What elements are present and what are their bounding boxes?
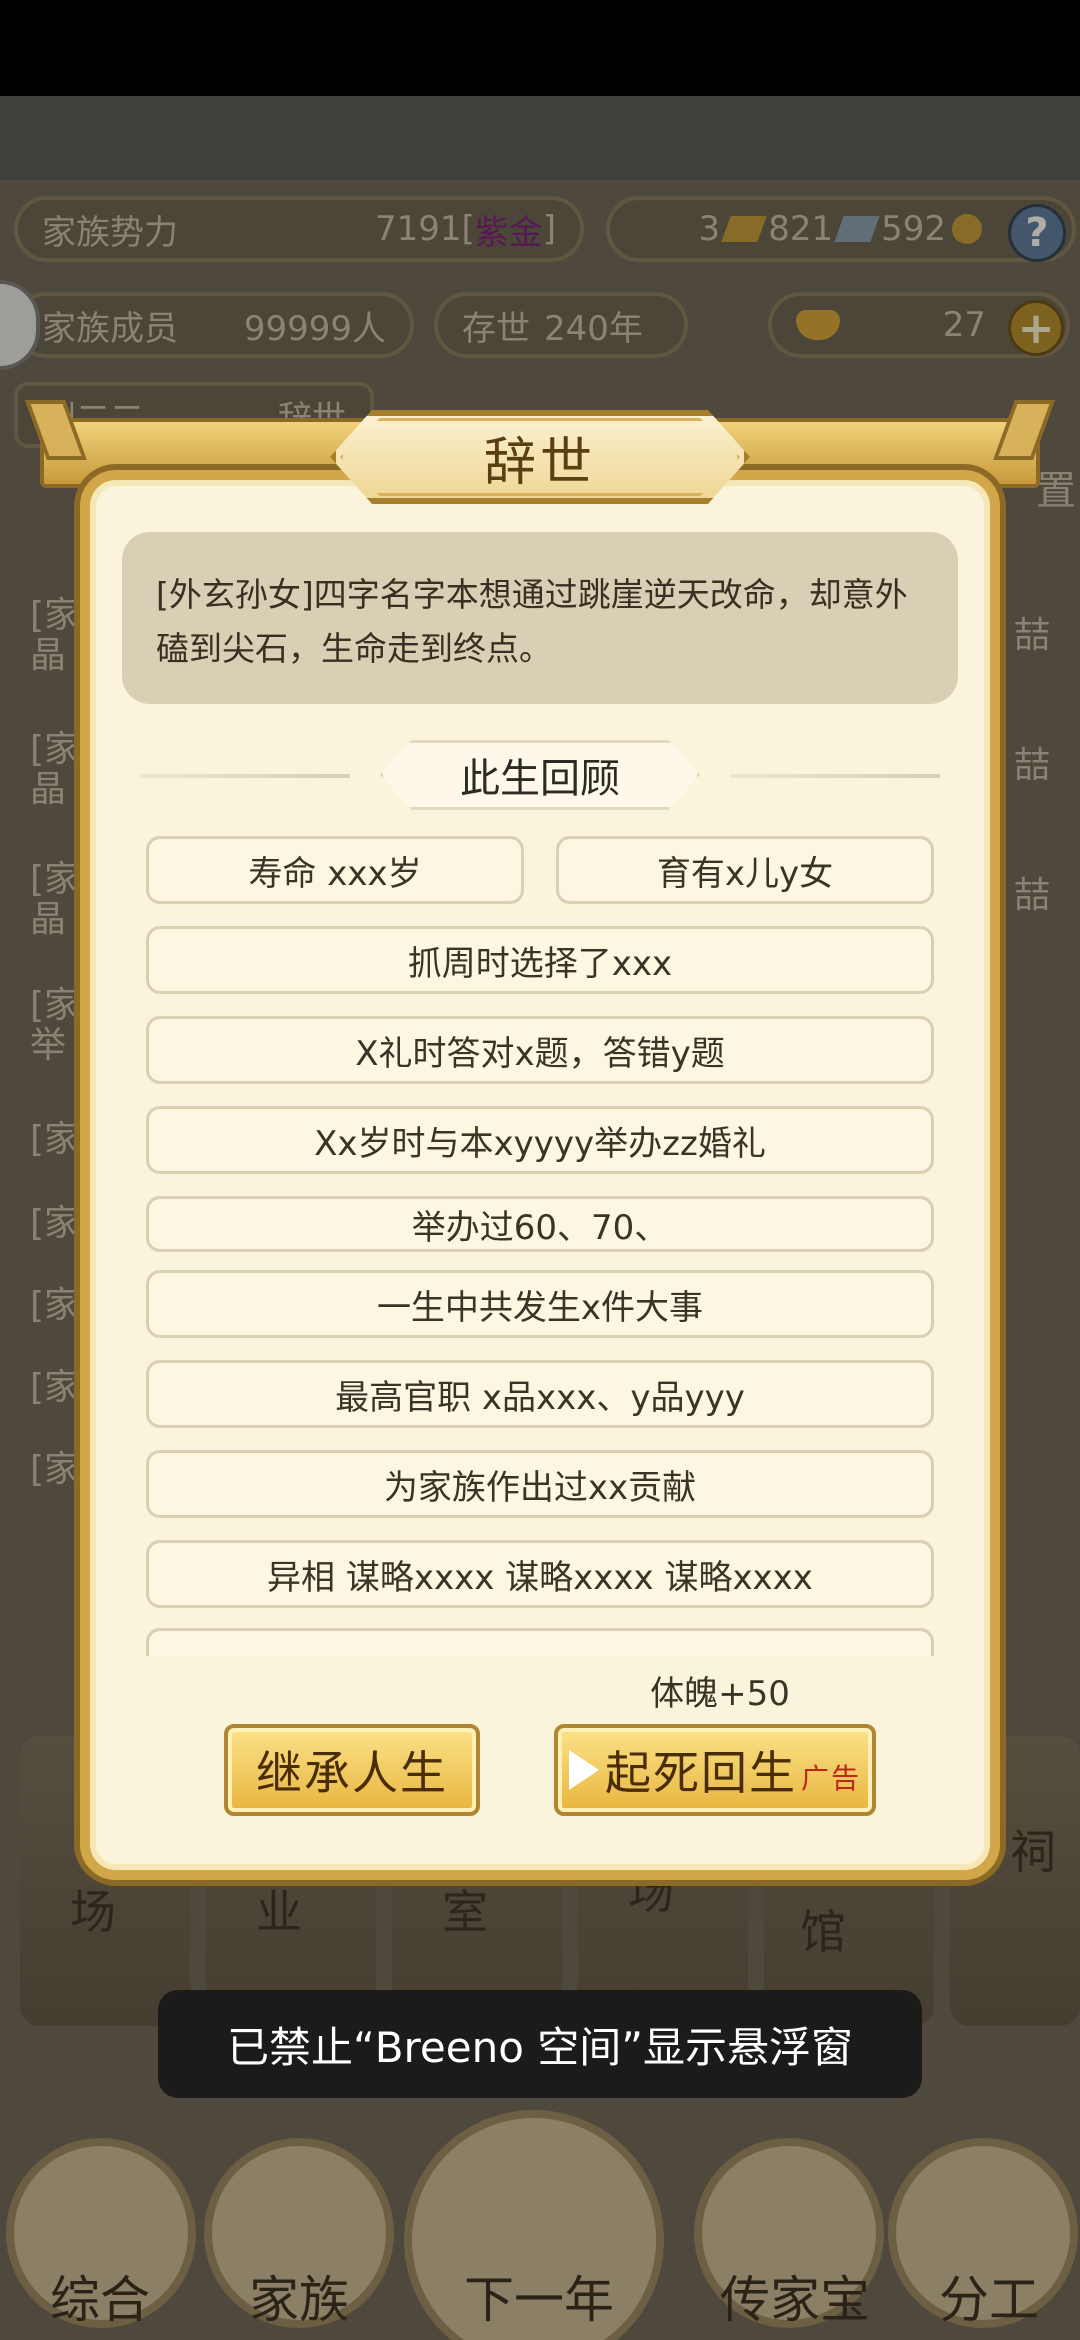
life-review-list[interactable]: 寿命 xxx岁 育有x儿y女 抓周时选择了xxx X礼时答对x题，答错y题 Xx… xyxy=(146,836,934,1656)
divider-line-right xyxy=(730,774,940,778)
revive-ad-button[interactable]: 起死回生 广告 xyxy=(554,1724,876,1816)
ad-label: 广告 xyxy=(800,1762,861,1795)
review-entry: 为家族作出过xx贡献 xyxy=(146,1450,934,1518)
bottom-nav: 综合 家族 下一年 传家宝 分工 xyxy=(0,2110,1080,2340)
play-icon xyxy=(568,1750,599,1790)
system-toast: 已禁止“Breeno 空间”显示悬浮窗 xyxy=(158,1990,922,2098)
review-entry-partial xyxy=(146,1628,934,1656)
review-entry: 最高官职 x品xxx、y品yyy xyxy=(146,1360,934,1428)
section-header: 此生回顾 xyxy=(140,740,940,810)
nav-next-year[interactable]: 下一年 xyxy=(434,2260,644,2332)
review-entry: 举办过60、70、 xyxy=(146,1196,934,1252)
review-entry: Xx岁时与本xyyyy举办zz婚礼 xyxy=(146,1106,934,1174)
nav-general[interactable]: 综合 xyxy=(30,2260,170,2332)
section-title: 此生回顾 xyxy=(460,756,620,802)
review-entry: 一生中共发生x件大事 xyxy=(146,1270,934,1338)
divider-line-left xyxy=(140,774,350,778)
revive-label: 起死回生 xyxy=(604,1746,797,1800)
inherit-life-button[interactable]: 继承人生 xyxy=(224,1724,480,1816)
inherit-life-label: 继承人生 xyxy=(256,1746,448,1800)
nav-division[interactable]: 分工 xyxy=(914,2260,1064,2332)
death-description: [外玄孙女]四字名字本想通过跳崖逆天改命，却意外磕到尖石，生命走到终点。 xyxy=(122,532,958,704)
review-entry: 异相 谋略xxxx 谋略xxxx 谋略xxxx xyxy=(146,1540,934,1608)
dialog-title: 辞世 xyxy=(483,432,596,493)
nav-heirloom[interactable]: 传家宝 xyxy=(700,2260,890,2332)
status-bar xyxy=(0,0,1080,96)
review-entry: 抓周时选择了xxx xyxy=(146,926,934,994)
review-entry: 寿命 xxx岁 xyxy=(146,836,524,904)
review-entry: 育有x儿y女 xyxy=(556,836,934,904)
reward-text: 体魄+50 xyxy=(650,1674,790,1714)
review-entry: X礼时答对x题，答错y题 xyxy=(146,1016,934,1084)
nav-family[interactable]: 家族 xyxy=(224,2260,374,2332)
